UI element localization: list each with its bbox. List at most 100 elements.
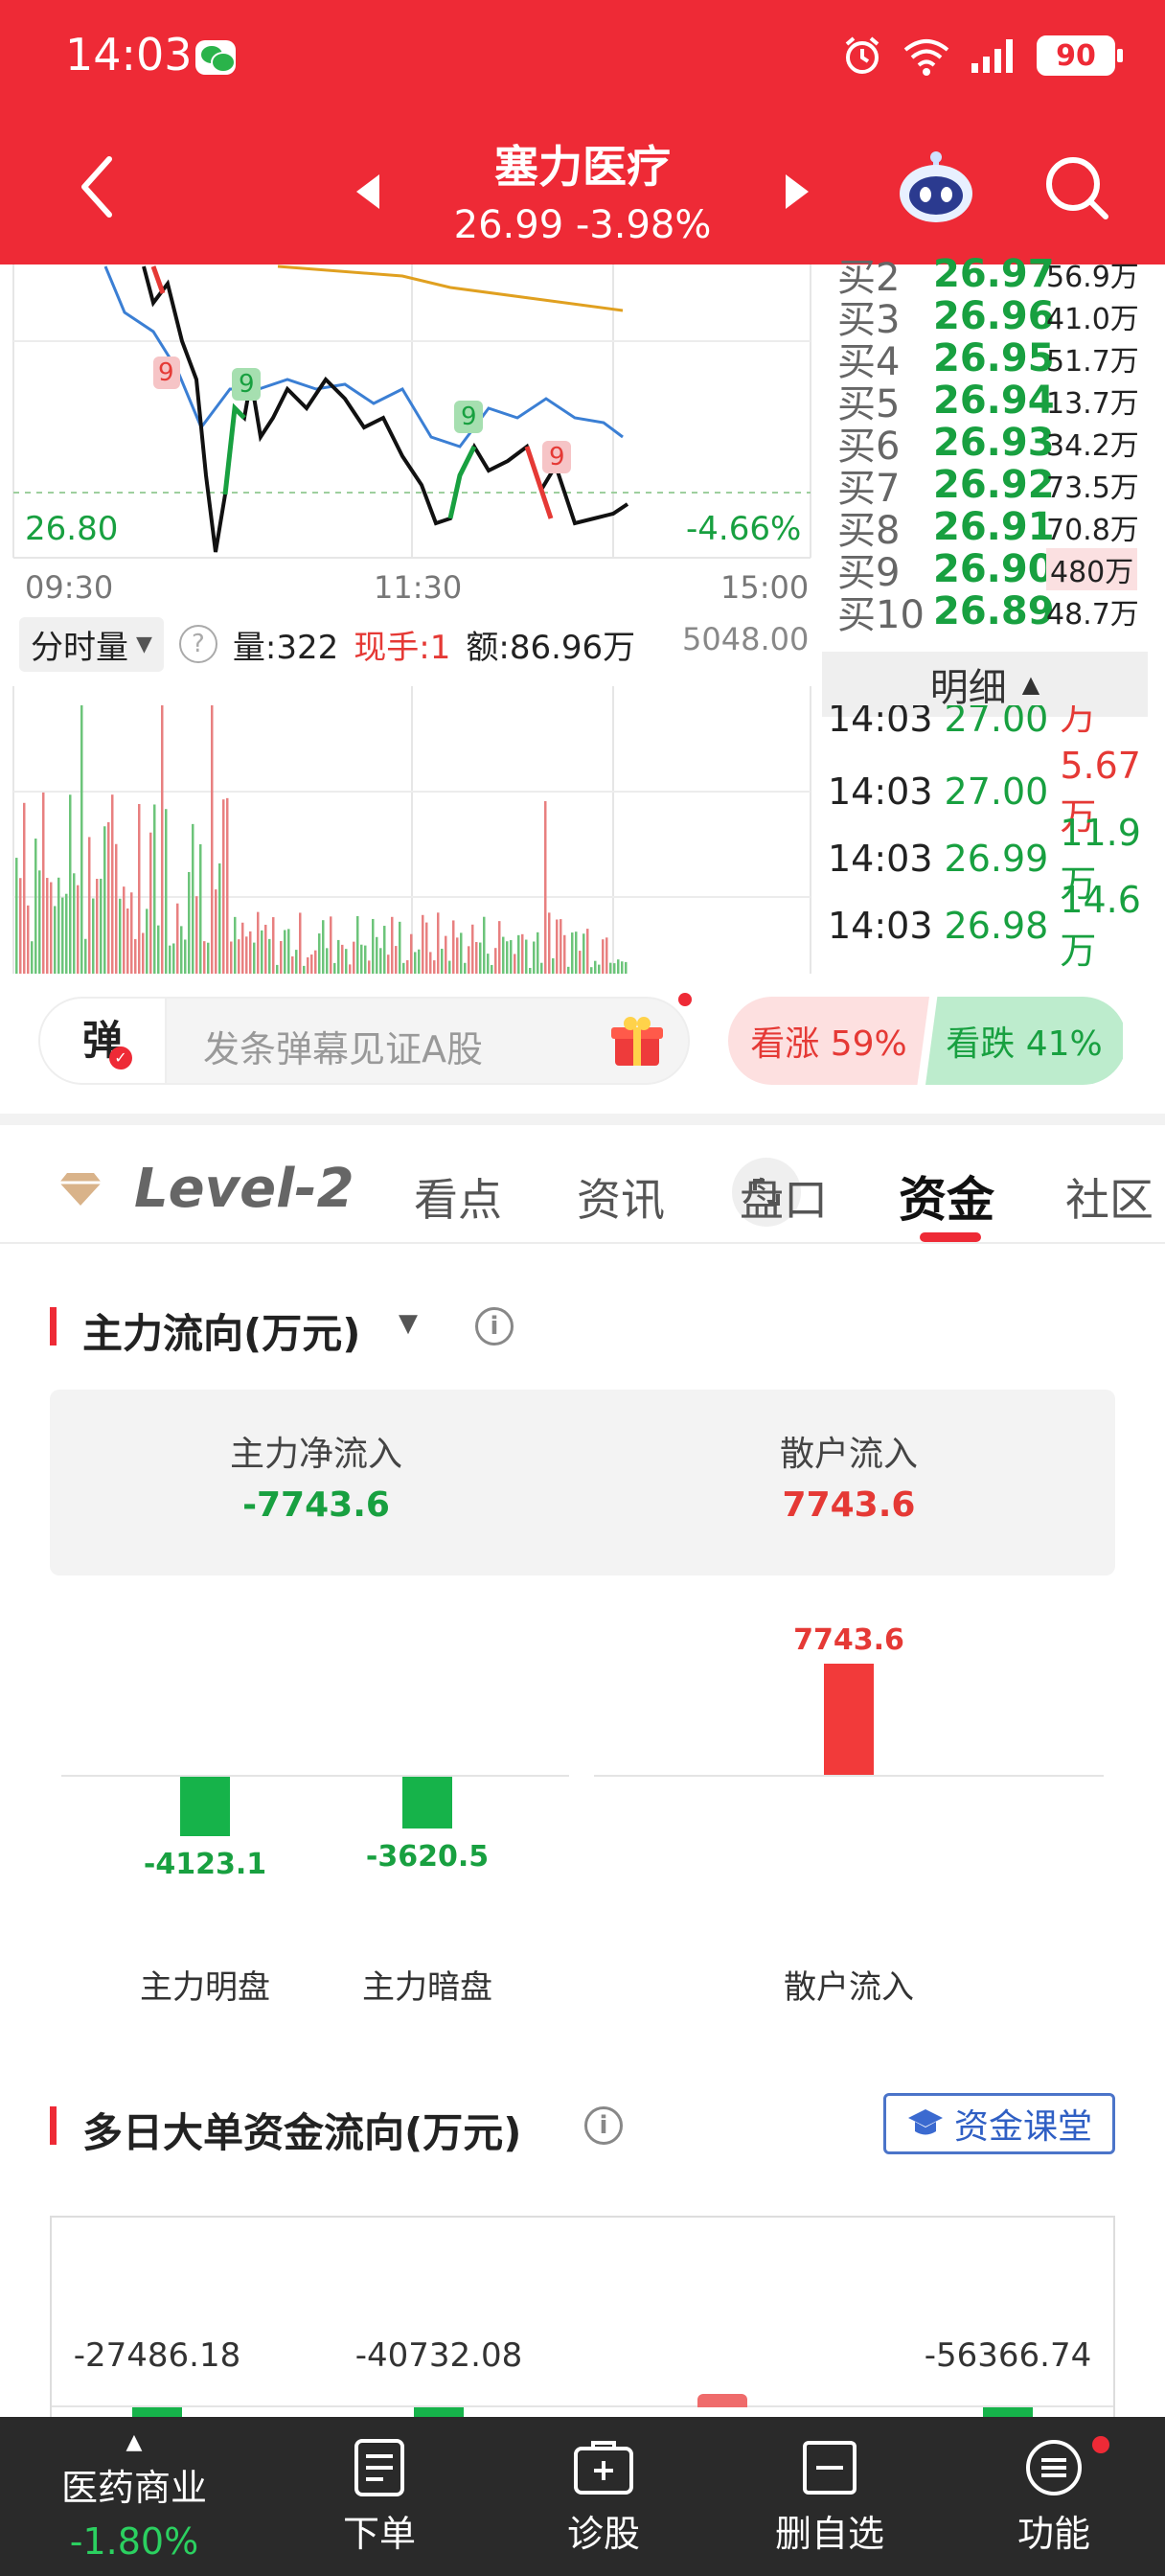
tab-order-book[interactable]: 盘口 <box>740 1165 828 1229</box>
volume-header: 分时量 ▼ ? 量:322 现手:1 额:86.96万 <box>19 616 635 672</box>
tab-funds[interactable]: 资金 <box>899 1162 994 1230</box>
nav-remove-watchlist[interactable]: 删自选 <box>753 2417 906 2576</box>
volume-bar <box>333 962 336 974</box>
sector-indicator[interactable]: ▲ 医药商业 -1.80% <box>29 2417 240 2576</box>
volume-bar <box>418 949 421 974</box>
ob-volume: 73.5万 <box>1046 472 1139 505</box>
robot-icon[interactable] <box>895 150 977 226</box>
volume-bar <box>537 932 539 974</box>
multi-day-bar <box>697 2394 747 2407</box>
tab-level2[interactable]: Level-2 <box>134 1158 354 1220</box>
retail-inflow-value: 7743.6 <box>782 1485 916 1525</box>
info-icon[interactable]: i <box>475 1307 514 1346</box>
tab-highlights[interactable]: 看点 <box>414 1165 502 1229</box>
volume-bar <box>157 925 160 974</box>
volume-bar <box>437 912 440 974</box>
volume-bar <box>146 908 148 974</box>
bull-button[interactable]: 看涨 59% <box>728 997 929 1085</box>
sector-change: -1.80% <box>69 2520 199 2563</box>
active-tab-indicator <box>920 1232 981 1242</box>
notification-dot <box>678 993 692 1006</box>
chevron-down-icon: ▼ <box>136 632 152 656</box>
ob-volume: 51.7万 <box>1046 345 1139 379</box>
volume-bar <box>234 916 237 974</box>
volume-bar <box>506 941 509 974</box>
volume-bar <box>353 941 355 974</box>
volume-bar <box>257 911 260 974</box>
ob-volume: 70.8万 <box>1046 514 1139 547</box>
volume-selector-label: 分时量 <box>31 628 128 667</box>
volume-bar <box>280 940 283 974</box>
chevron-down-icon[interactable]: ▼ <box>399 1309 418 1338</box>
volume-label: 量:322 <box>232 628 339 667</box>
tab-news[interactable]: 资讯 <box>577 1165 665 1229</box>
info-icon[interactable]: i <box>584 2106 623 2145</box>
help-icon[interactable]: ? <box>178 625 217 663</box>
volume-bar <box>406 959 409 974</box>
volume-bar <box>115 843 118 974</box>
sentiment-bar: 看涨 59% 看跌 41% <box>728 997 1127 1085</box>
volume-bar <box>241 922 244 974</box>
danmu-badge[interactable]: 弹 ✓ <box>40 999 167 1083</box>
volume-bar <box>582 933 585 974</box>
tick-volume: 14.6万 <box>1060 878 1141 972</box>
volume-bar <box>525 939 528 974</box>
flow-bar <box>824 1664 874 1775</box>
volume-bar <box>65 893 68 974</box>
volume-bar <box>598 964 601 974</box>
ob-price: 26.91 <box>933 505 1055 549</box>
time-label: 09:30 <box>25 569 114 606</box>
volume-bar <box>605 937 608 974</box>
category-label: 散户流入 <box>784 1968 914 2007</box>
volume-bar <box>571 932 574 974</box>
tick-price: 26.98 <box>944 905 1049 947</box>
volume-bar <box>414 952 417 974</box>
bottom-nav: ▲ 医药商业 -1.80% 下单 诊股 删自选 功能 <box>0 2417 1165 2576</box>
volume-bar <box>299 912 302 974</box>
volume-bar <box>203 941 206 974</box>
volume-bar <box>161 705 164 974</box>
volume-bar <box>395 946 398 974</box>
nav-diagnose[interactable]: 诊股 <box>537 2417 671 2576</box>
volume-bar <box>123 886 126 974</box>
volume-bar <box>69 794 72 974</box>
volume-bar <box>533 941 536 974</box>
volume-bar <box>510 940 513 974</box>
danmu-input[interactable]: 弹 ✓ 发条弹幕见证A股 <box>38 993 692 1085</box>
nav-remove-watchlist-label: 删自选 <box>774 2512 884 2555</box>
search-icon[interactable] <box>1042 153 1111 222</box>
orderbook-row[interactable]: 买10 26.89 48.7万 <box>837 589 1139 637</box>
volume-bar <box>169 945 171 974</box>
volume-bar <box>560 919 562 974</box>
remove-watchlist-icon <box>803 2440 857 2495</box>
volume-bar <box>211 705 214 974</box>
volume-bar <box>207 942 210 974</box>
volume-bar <box>50 882 53 974</box>
volume-bar <box>34 839 37 974</box>
ob-price: 26.92 <box>933 463 1055 507</box>
volume-bar <box>517 934 520 974</box>
tab-community[interactable]: 社区 <box>1065 1165 1165 1229</box>
volume-bar <box>307 956 309 974</box>
flow-bar-value: -3620.5 <box>365 1840 490 1874</box>
volume-bar <box>337 939 340 974</box>
volume-bar <box>226 797 229 974</box>
volume-bar <box>238 939 240 974</box>
next-stock-icon[interactable] <box>784 172 812 211</box>
marker-label: 9 <box>158 358 174 387</box>
volume-bar <box>230 941 233 974</box>
ob-volume: 34.2万 <box>1046 429 1139 463</box>
nav-order[interactable]: 下单 <box>312 2417 446 2576</box>
volume-max-label: 5048.00 <box>682 621 810 657</box>
volume-selector[interactable]: 分时量 ▼ <box>19 616 164 672</box>
volume-bar <box>464 962 467 974</box>
nav-functions[interactable]: 功能 <box>987 2417 1121 2576</box>
gift-icon[interactable] <box>609 1014 665 1070</box>
volume-bar <box>310 954 313 974</box>
bear-button[interactable]: 看跌 41% <box>925 997 1123 1085</box>
volume-bar <box>184 939 187 974</box>
volume-bar <box>372 918 375 974</box>
fund-course-button[interactable]: 资金课堂 <box>883 2093 1115 2154</box>
ob-price: 26.90 <box>933 547 1055 591</box>
ob-price: 26.96 <box>933 294 1055 338</box>
